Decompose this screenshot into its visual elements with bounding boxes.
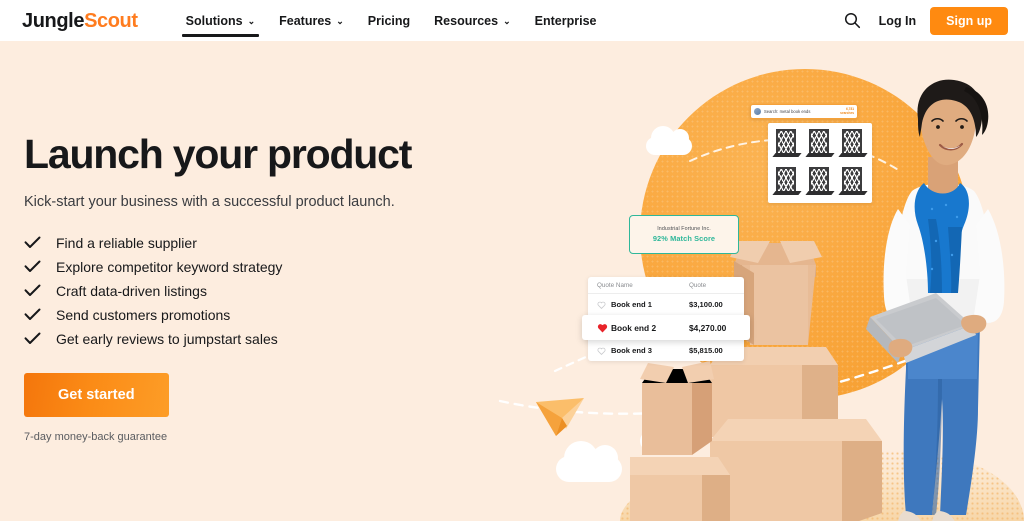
quote-table-header: Quote Name Quote [588, 277, 744, 294]
list-item: Find a reliable supplier [24, 235, 494, 251]
search-query-text: Search: metal book ends [764, 109, 811, 114]
product-results-grid [768, 123, 872, 203]
brand-logo-scout: Scout [84, 9, 138, 32]
quote-row-name: Book end 1 [611, 300, 652, 309]
hero-section: Search: metal book ends 6,781 searches I… [0, 41, 1024, 521]
get-started-button[interactable]: Get started [24, 372, 169, 417]
hero-subheading: Kick-start your business with a successf… [24, 194, 395, 211]
list-item: Get early reviews to jumpstart sales [24, 331, 494, 347]
supplier-match-score: 92% Match Score [652, 234, 716, 243]
check-icon [24, 308, 50, 321]
nav-item-resources[interactable]: Resources ⌄ [422, 0, 522, 41]
hero-copy: Launch your product Kick-start your busi… [24, 131, 494, 443]
search-result-card[interactable]: Search: metal book ends 6,781 searches [750, 104, 858, 119]
check-icon [24, 236, 50, 249]
check-icon [24, 260, 50, 273]
quote-row-name: Book end 2 [611, 322, 657, 333]
supplier-match-badge: Industrial Fortune Inc. 92% Match Score [629, 215, 739, 254]
nav-item-pricing[interactable]: Pricing [356, 0, 422, 41]
person-with-laptop-illustration [866, 79, 1005, 521]
bookend-thumbnail [805, 164, 835, 199]
quote-table-row[interactable]: Book end 1 $3,100.00 [588, 294, 744, 315]
bookend-thumbnail [805, 127, 835, 162]
quote-row-value: $4,270.00 [689, 322, 727, 333]
check-icon [24, 284, 50, 297]
nav-item-pricing-label: Pricing [367, 13, 411, 28]
quote-table-row[interactable]: Book end 3 $5,815.00 [588, 340, 744, 361]
quote-column-value: Quote [689, 281, 707, 289]
quote-row-name: Book end 3 [611, 346, 652, 355]
hero-feature-list: Find a reliable supplier Explore competi… [24, 235, 494, 347]
chevron-down-icon: ⌄ [503, 16, 511, 26]
brand-logo[interactable]: JungleScout [22, 11, 138, 31]
list-item: Craft data-driven listings [24, 283, 494, 299]
supplier-company-name: Industrial Fortune Inc. [657, 226, 711, 232]
nav-item-solutions-label: Solutions [185, 13, 243, 28]
product-thumbnail-icon [754, 108, 761, 115]
heart-outline-icon[interactable] [597, 347, 608, 355]
nav-item-features[interactable]: Features ⌄ [267, 0, 356, 41]
chevron-down-icon: ⌄ [247, 16, 256, 26]
nav-item-solutions[interactable]: Solutions ⌄ [174, 0, 268, 41]
quote-row-value: $5,815.00 [689, 346, 723, 355]
login-link[interactable]: Log In [879, 14, 917, 28]
nav-item-enterprise-label: Enterprise [534, 13, 597, 28]
quote-row-value: $3,100.00 [689, 300, 723, 309]
search-volume-badge: 6,781 searches [840, 107, 854, 115]
signup-button[interactable]: Sign up [930, 6, 1008, 35]
check-icon [24, 332, 50, 345]
supplier-quote-table: Quote Name Quote Book end 1 $3,100.00 Bo… [582, 277, 750, 361]
cloud-icon [556, 441, 622, 482]
paper-plane-icon [534, 396, 586, 447]
bookend-thumbnail [772, 164, 802, 199]
list-item: Send customers promotions [24, 307, 494, 323]
search-volume-label: searches [840, 110, 854, 115]
heart-outline-icon[interactable] [597, 301, 608, 309]
money-back-guarantee-text: 7-day money-back guarantee [24, 430, 168, 443]
page-root: JungleScout Solutions ⌄ Features ⌄ Prici… [0, 0, 1024, 521]
list-item: Explore competitor keyword strategy [24, 259, 494, 275]
heart-filled-icon[interactable] [597, 323, 608, 333]
page-title: Launch your product [24, 131, 412, 177]
search-icon[interactable] [841, 9, 865, 33]
nav-item-features-label: Features [279, 13, 332, 28]
brand-logo-jungle: Jungle [22, 9, 85, 32]
nav-item-resources-label: Resources [434, 13, 499, 28]
list-item-label: Get early reviews to jumpstart sales [56, 330, 278, 347]
cloud-icon [646, 126, 692, 155]
nav-item-enterprise[interactable]: Enterprise [523, 0, 609, 41]
list-item-label: Explore competitor keyword strategy [56, 258, 283, 275]
list-item-label: Craft data-driven listings [56, 282, 207, 299]
top-navigation-bar: JungleScout Solutions ⌄ Features ⌄ Prici… [0, 0, 1024, 41]
chevron-down-icon: ⌄ [336, 16, 344, 26]
list-item-label: Send customers promotions [56, 306, 231, 323]
quote-table-row-selected[interactable]: Book end 2 $4,270.00 [582, 315, 750, 340]
bookend-thumbnail [772, 127, 802, 162]
list-item-label: Find a reliable supplier [56, 234, 197, 251]
nav-right-actions: Log In Sign up [841, 6, 1008, 35]
quote-column-name: Quote Name [597, 281, 633, 289]
primary-nav: Solutions ⌄ Features ⌄ Pricing Resources… [174, 0, 609, 41]
